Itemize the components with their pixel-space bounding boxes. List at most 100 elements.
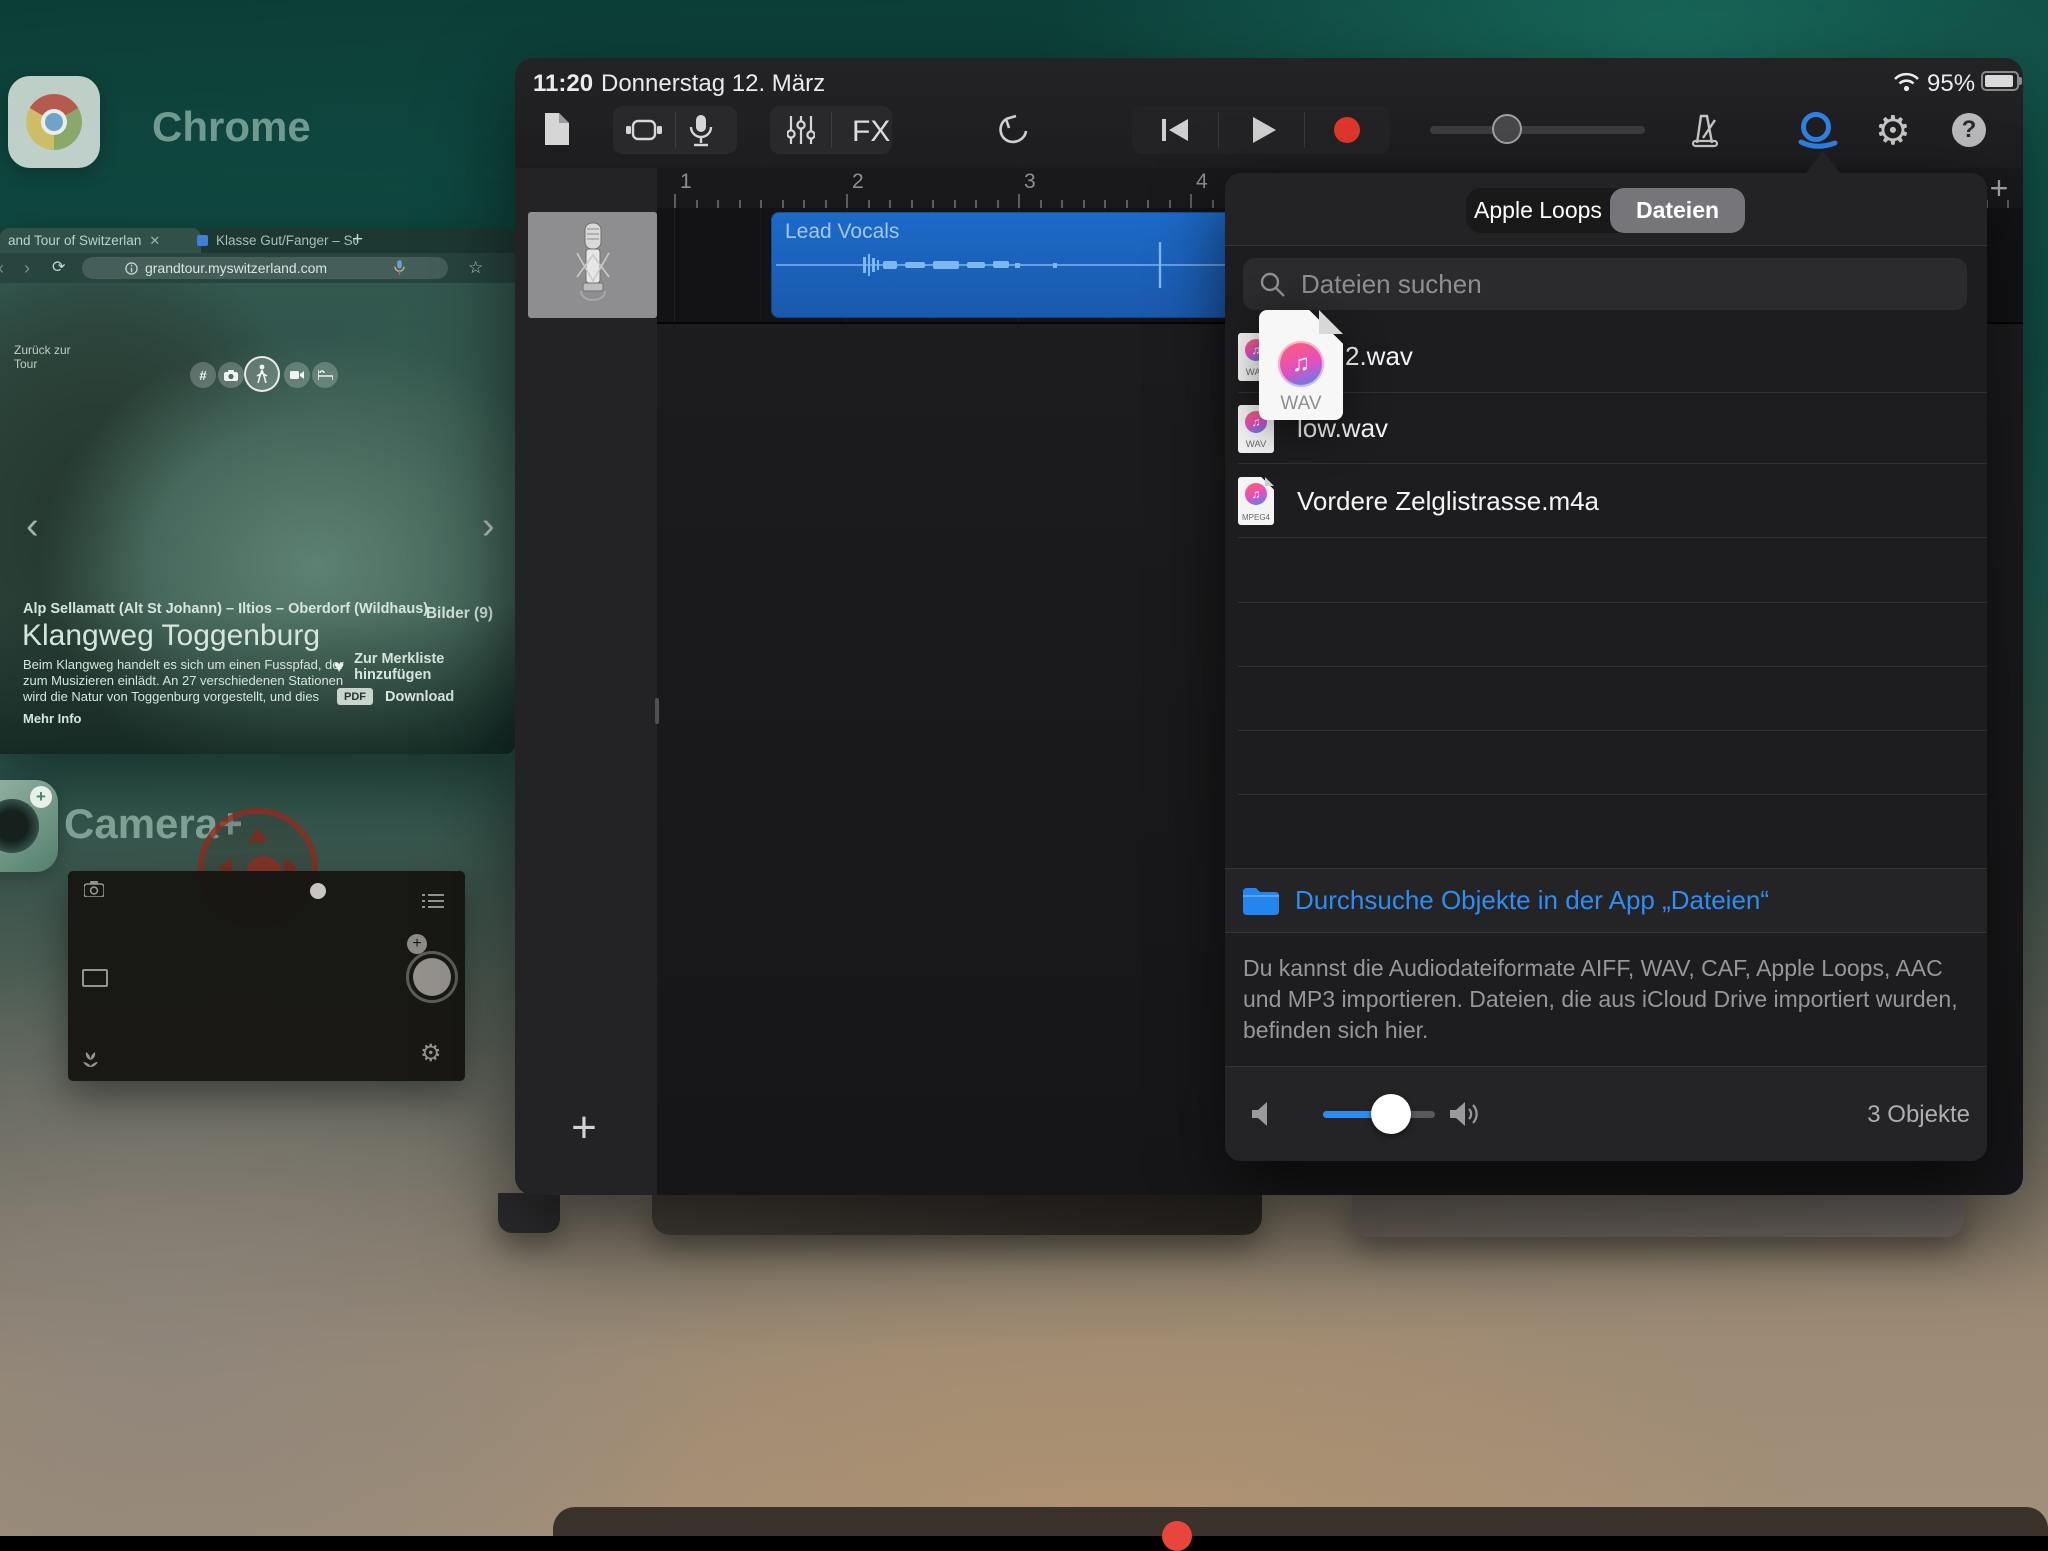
- undo-icon[interactable]: [996, 113, 1030, 147]
- mixer-sliders-icon[interactable]: [787, 116, 815, 144]
- popover-footer: 3 Objekte: [1225, 1066, 1987, 1161]
- tab-grand-tour[interactable]: and Tour of Switzerlan ✕: [0, 228, 201, 253]
- track-view-icon[interactable]: [626, 119, 662, 141]
- video-filter-icon[interactable]: [284, 362, 310, 388]
- chrome-window-card[interactable]: and Tour of Switzerlan ✕ Klasse Gut/Fang…: [0, 228, 515, 754]
- back-to-tour-link[interactable]: Zurück zur Tour: [14, 343, 84, 371]
- microphone-view-icon[interactable]: [689, 115, 713, 147]
- file-name: Vordere Zelglistrasse.m4a: [1297, 486, 1599, 517]
- images-count-badge[interactable]: Bilder (9): [426, 605, 493, 623]
- file-name: 2.wav: [1345, 341, 1413, 372]
- tab-close-icon[interactable]: ✕: [149, 233, 160, 249]
- tab-apple-loops[interactable]: Apple Loops: [1466, 188, 1610, 233]
- camera-lens-icon: [0, 799, 39, 853]
- popover-caret: [1805, 151, 1841, 174]
- popover-header: Apple Loops Dateien: [1225, 173, 1987, 246]
- browse-files-app-row[interactable]: Durchsuche Objekte in der App „Dateien“: [1225, 868, 1987, 933]
- help-button[interactable]: ?: [1952, 113, 1986, 147]
- master-volume-slider[interactable]: [1430, 126, 1645, 134]
- background-card-edge: [1352, 1193, 1964, 1237]
- aspect-ratio-icon[interactable]: [82, 969, 108, 987]
- scroll-indicator[interactable]: [655, 698, 659, 724]
- page-title: Klangweg Toggenburg: [22, 619, 320, 653]
- cameraplus-app-icon[interactable]: +: [0, 780, 58, 872]
- dragged-file-ghost[interactable]: ♫ WAV: [1259, 310, 1343, 420]
- wishlist-button[interactable]: ♥ Zur Merkliste hinzufügen: [334, 651, 515, 683]
- voice-search-mic-icon[interactable]: [394, 260, 405, 276]
- slider-knob[interactable]: [1492, 114, 1522, 144]
- back-icon[interactable]: ‹: [0, 253, 4, 283]
- focus-dot-icon[interactable]: [310, 883, 326, 899]
- itunes-music-icon: ♫: [1278, 341, 1324, 387]
- new-tab-button[interactable]: +: [352, 229, 363, 251]
- song-settings-gear-icon[interactable]: ⚙: [1875, 108, 1911, 154]
- mixer-fx-segmented-control: FX: [770, 106, 892, 154]
- tab-dateien[interactable]: Dateien: [1610, 188, 1745, 233]
- play-icon[interactable]: [1252, 117, 1276, 143]
- garageband-window: 11:20 Donnerstag 12. März 95%: [515, 58, 2023, 1195]
- add-track-button[interactable]: +: [562, 1107, 606, 1151]
- search-icon: [1259, 271, 1286, 298]
- camera-filter-icon[interactable]: [218, 362, 244, 388]
- speaker-low-icon[interactable]: [1251, 1100, 1273, 1128]
- transport-controls: [1132, 106, 1390, 154]
- bookmark-star-icon[interactable]: ☆: [468, 253, 483, 283]
- cameraplus-window-card[interactable]: + ⚙: [68, 871, 465, 1081]
- browse-files-link[interactable]: Durchsuche Objekte in der App „Dateien“: [1295, 869, 1769, 932]
- m4a-file-icon: ♫MPEG4: [1238, 477, 1274, 525]
- shutter-button[interactable]: [406, 951, 458, 1003]
- import-hint-text: Du kannst die Audiodateiformate AIFF, WA…: [1243, 953, 1965, 1046]
- hiking-filter-icon[interactable]: [244, 356, 280, 392]
- menu-list-icon[interactable]: [422, 893, 444, 909]
- empty-row-separator: [1238, 666, 1987, 667]
- ruler-measure-number: 2: [852, 170, 864, 194]
- chrome-tab-bar: and Tour of Switzerlan ✕ Klasse Gut/Fang…: [0, 228, 515, 253]
- folder-icon: [1241, 885, 1279, 915]
- track-header-column: [515, 168, 657, 1195]
- dpad-up-icon[interactable]: [248, 828, 268, 842]
- volume-knob[interactable]: [1371, 1094, 1411, 1134]
- background-card-edge: [498, 1193, 560, 1233]
- search-placeholder: Dateien suchen: [1301, 258, 1482, 310]
- url-bar[interactable]: grandtour.myswitzerland.com: [82, 257, 448, 279]
- bottom-window-card: [553, 1507, 2048, 1536]
- flip-camera-icon[interactable]: [84, 881, 104, 897]
- page-body-text: Beim Klangweg handelt es sich um einen F…: [23, 657, 344, 705]
- carousel-prev-icon[interactable]: ‹: [26, 505, 39, 548]
- status-time: 11:20: [533, 70, 593, 98]
- reload-icon[interactable]: ⟳: [52, 253, 65, 283]
- fx-button[interactable]: FX: [852, 115, 890, 149]
- tab-klasse[interactable]: Klasse Gut/Fanger – Schu ✕: [189, 228, 357, 253]
- document-icon[interactable]: [542, 110, 572, 148]
- hashtag-filter-icon[interactable]: #: [190, 362, 216, 388]
- forward-icon[interactable]: ›: [24, 253, 30, 283]
- record-icon[interactable]: [1334, 117, 1360, 143]
- wifi-icon: [1893, 72, 1920, 92]
- add-section-button[interactable]: +: [1983, 170, 2015, 207]
- pdf-download-button[interactable]: PDF Download: [337, 688, 454, 705]
- more-info-link[interactable]: Mehr Info: [23, 711, 82, 726]
- audio-region-lead-vocals[interactable]: Lead Vocals: [771, 212, 1241, 318]
- metronome-icon[interactable]: [1685, 112, 1721, 148]
- speaker-loud-icon[interactable]: [1449, 1100, 1483, 1128]
- loop-browser-icon[interactable]: [1795, 112, 1839, 150]
- settings-gear-icon[interactable]: ⚙: [420, 1039, 442, 1068]
- hotel-filter-icon[interactable]: [312, 362, 338, 388]
- empty-row-separator: [1238, 730, 1987, 731]
- tab-favicon: [197, 235, 208, 246]
- empty-row-separator: [1238, 602, 1987, 603]
- record-dot-icon: [1162, 1521, 1192, 1551]
- status-date: Donnerstag 12. März: [601, 70, 825, 98]
- search-field[interactable]: Dateien suchen: [1243, 258, 1967, 310]
- rewind-to-start-icon[interactable]: [1162, 118, 1188, 142]
- audio-recorder-track-header[interactable]: [528, 212, 657, 318]
- battery-icon: [1981, 71, 2023, 91]
- waveform: [771, 212, 1241, 318]
- battery-percent: 95%: [1927, 70, 1975, 98]
- macro-flower-icon[interactable]: [82, 1051, 99, 1068]
- plus-badge-icon: +: [30, 786, 52, 808]
- view-mode-segmented-control: [613, 106, 737, 154]
- chrome-app-icon[interactable]: [8, 76, 100, 168]
- carousel-next-icon[interactable]: ›: [482, 505, 495, 548]
- file-row[interactable]: ♫MPEG4 Vordere Zelglistrasse.m4a: [1225, 464, 1987, 538]
